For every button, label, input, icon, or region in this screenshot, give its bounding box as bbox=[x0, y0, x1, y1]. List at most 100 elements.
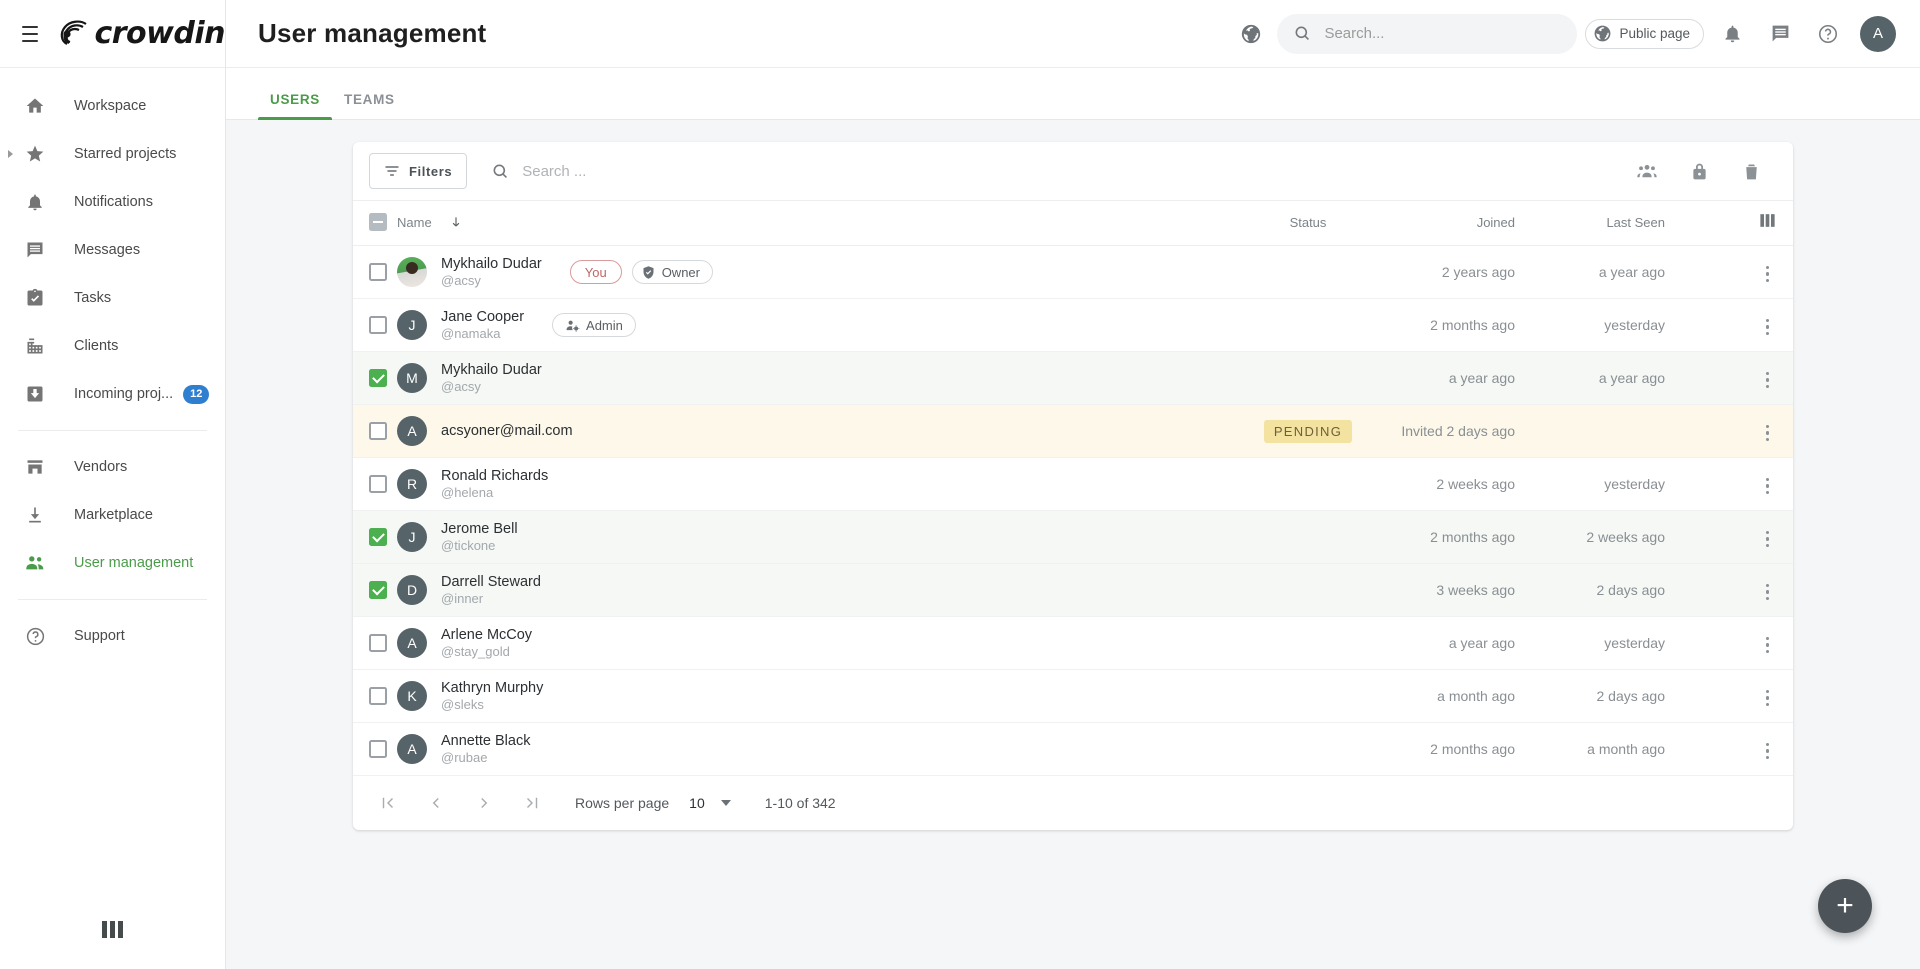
row-checkbox[interactable] bbox=[369, 687, 387, 705]
table-row[interactable]: RRonald Richards@helena2 weeks agoyester… bbox=[353, 458, 1793, 511]
sidebar-item-marketplace[interactable]: Marketplace bbox=[0, 491, 225, 539]
chevron-down-icon[interactable] bbox=[721, 800, 731, 806]
role-chip-you[interactable]: You bbox=[570, 260, 622, 284]
row-menu-button[interactable] bbox=[1760, 684, 1776, 713]
user-handle: @inner bbox=[441, 591, 541, 606]
next-page-button[interactable] bbox=[463, 783, 505, 823]
select-all-cell bbox=[353, 201, 397, 246]
name-cell: AAnnette Black@rubae bbox=[397, 723, 1233, 776]
row-checkbox[interactable] bbox=[369, 316, 387, 334]
table-row[interactable]: JJane Cooper@namakaAdmin2 months agoyest… bbox=[353, 299, 1793, 352]
table-row[interactable]: Mykhailo Dudar@acsyYouOwner2 years agoa … bbox=[353, 246, 1793, 299]
table-row[interactable]: DDarrell Steward@inner3 weeks ago2 days … bbox=[353, 564, 1793, 617]
sidebar-bottom-widget[interactable] bbox=[0, 889, 225, 969]
row-menu-button[interactable] bbox=[1760, 472, 1776, 501]
messages-button[interactable] bbox=[1760, 14, 1800, 54]
sidebar-label: Incoming proj... bbox=[74, 386, 173, 402]
header-last-seen[interactable]: Last Seen bbox=[1533, 201, 1683, 246]
incoming-projects-badge: 12 bbox=[183, 385, 209, 404]
row-checkbox[interactable] bbox=[369, 528, 387, 546]
help-button[interactable] bbox=[1808, 14, 1848, 54]
table-row[interactable]: Aacsyoner@mail.comPENDINGInvited 2 days … bbox=[353, 405, 1793, 458]
sidebar-item-notifications[interactable]: Notifications bbox=[0, 178, 225, 226]
avatar[interactable]: A bbox=[1860, 16, 1896, 52]
user-handle: @stay_gold bbox=[441, 644, 532, 659]
row-checkbox[interactable] bbox=[369, 422, 387, 440]
row-checkbox[interactable] bbox=[369, 475, 387, 493]
row-menu-button[interactable] bbox=[1760, 525, 1776, 554]
manage-groups-button[interactable] bbox=[1627, 151, 1667, 191]
table-row[interactable]: MMykhailo Dudar@acsya year agoa year ago bbox=[353, 352, 1793, 405]
first-page-button[interactable] bbox=[367, 783, 409, 823]
table-head: Name Status Joined Last Seen bbox=[353, 201, 1793, 246]
filter-icon bbox=[384, 163, 400, 179]
table-row[interactable]: JJerome Bell@tickone2 months ago2 weeks … bbox=[353, 511, 1793, 564]
filters-button[interactable]: Filters bbox=[369, 153, 467, 189]
row-checkbox[interactable] bbox=[369, 369, 387, 387]
globe-icon bbox=[1593, 24, 1612, 43]
delete-button[interactable] bbox=[1731, 151, 1771, 191]
user-identity: RRonald Richards@helena bbox=[397, 468, 1233, 500]
row-menu-button[interactable] bbox=[1760, 631, 1776, 660]
user-name-block: Darrell Steward@inner bbox=[441, 574, 541, 606]
sidebar-item-starred-projects[interactable]: Starred projects bbox=[0, 130, 225, 178]
users-table: Name Status Joined Last Seen bbox=[353, 200, 1793, 776]
row-menu-button[interactable] bbox=[1760, 313, 1776, 342]
last-seen-cell: yesterday bbox=[1533, 458, 1683, 511]
crowdin-logo[interactable]: crowdin bbox=[56, 16, 225, 51]
header-columns-settings[interactable] bbox=[1683, 201, 1793, 246]
add-user-fab[interactable]: + bbox=[1818, 879, 1872, 933]
sidebar-item-messages[interactable]: Messages bbox=[0, 226, 225, 274]
row-menu-button[interactable] bbox=[1760, 366, 1776, 395]
role-chips: Admin bbox=[552, 313, 636, 337]
notifications-button[interactable] bbox=[1712, 14, 1752, 54]
columns-icon[interactable] bbox=[1758, 211, 1777, 230]
row-checkbox[interactable] bbox=[369, 581, 387, 599]
sidebar-item-user-management[interactable]: User management bbox=[0, 539, 225, 587]
global-search-input[interactable] bbox=[1324, 25, 1444, 42]
expand-caret-icon[interactable] bbox=[8, 150, 13, 158]
global-search[interactable] bbox=[1277, 14, 1577, 54]
sidebar-divider-2 bbox=[18, 599, 207, 600]
role-chip-admin[interactable]: Admin bbox=[552, 313, 636, 337]
header-status[interactable]: Status bbox=[1233, 201, 1383, 246]
row-menu-button[interactable] bbox=[1760, 260, 1776, 289]
sidebar-item-clients[interactable]: Clients 12 bbox=[0, 322, 225, 370]
table-search-input[interactable] bbox=[522, 163, 1617, 180]
table-row[interactable]: AArlene McCoy@stay_golda year agoyesterd… bbox=[353, 617, 1793, 670]
table-search[interactable] bbox=[477, 162, 1617, 181]
globe-icon[interactable] bbox=[1233, 16, 1269, 52]
rows-per-page-value[interactable]: 10 bbox=[689, 795, 705, 811]
row-menu-cell bbox=[1683, 511, 1793, 564]
sidebar-group-support: Support bbox=[0, 612, 225, 660]
shield-check-icon bbox=[641, 265, 656, 280]
row-menu-button[interactable] bbox=[1760, 578, 1776, 607]
table-row[interactable]: KKathryn Murphy@sleksa month ago2 days a… bbox=[353, 670, 1793, 723]
row-checkbox[interactable] bbox=[369, 740, 387, 758]
row-menu-button[interactable] bbox=[1760, 419, 1776, 448]
name-cell: AArlene McCoy@stay_gold bbox=[397, 617, 1233, 670]
role-chip-owner[interactable]: Owner bbox=[632, 260, 713, 284]
menu-toggle-button[interactable] bbox=[22, 26, 38, 42]
sidebar-item-vendors[interactable]: Vendors bbox=[0, 443, 225, 491]
arrow-down-icon[interactable] bbox=[449, 215, 463, 229]
sidebar-item-workspace[interactable]: Workspace bbox=[0, 82, 225, 130]
sidebar-item-support[interactable]: Support bbox=[0, 612, 225, 660]
tab-teams[interactable]: Teams bbox=[332, 92, 407, 119]
prev-page-button[interactable] bbox=[415, 783, 457, 823]
header-joined[interactable]: Joined bbox=[1383, 201, 1533, 246]
tab-users[interactable]: Users bbox=[258, 92, 332, 119]
row-checkbox[interactable] bbox=[369, 263, 387, 281]
top-header: User management Public page bbox=[226, 0, 1920, 68]
permissions-button[interactable] bbox=[1679, 151, 1719, 191]
last-page-button[interactable] bbox=[511, 783, 553, 823]
sidebar-item-incoming-projects[interactable]: Incoming proj... 12 bbox=[0, 370, 225, 418]
select-all-checkbox[interactable] bbox=[369, 213, 387, 231]
row-checkbox[interactable] bbox=[369, 634, 387, 652]
row-menu-button[interactable] bbox=[1760, 737, 1776, 766]
table-row[interactable]: AAnnette Black@rubae2 months agoa month … bbox=[353, 723, 1793, 776]
sidebar-item-tasks[interactable]: Tasks bbox=[0, 274, 225, 322]
public-page-button[interactable]: Public page bbox=[1585, 19, 1704, 49]
row-select-cell bbox=[353, 458, 397, 511]
header-name[interactable]: Name bbox=[397, 201, 1233, 246]
